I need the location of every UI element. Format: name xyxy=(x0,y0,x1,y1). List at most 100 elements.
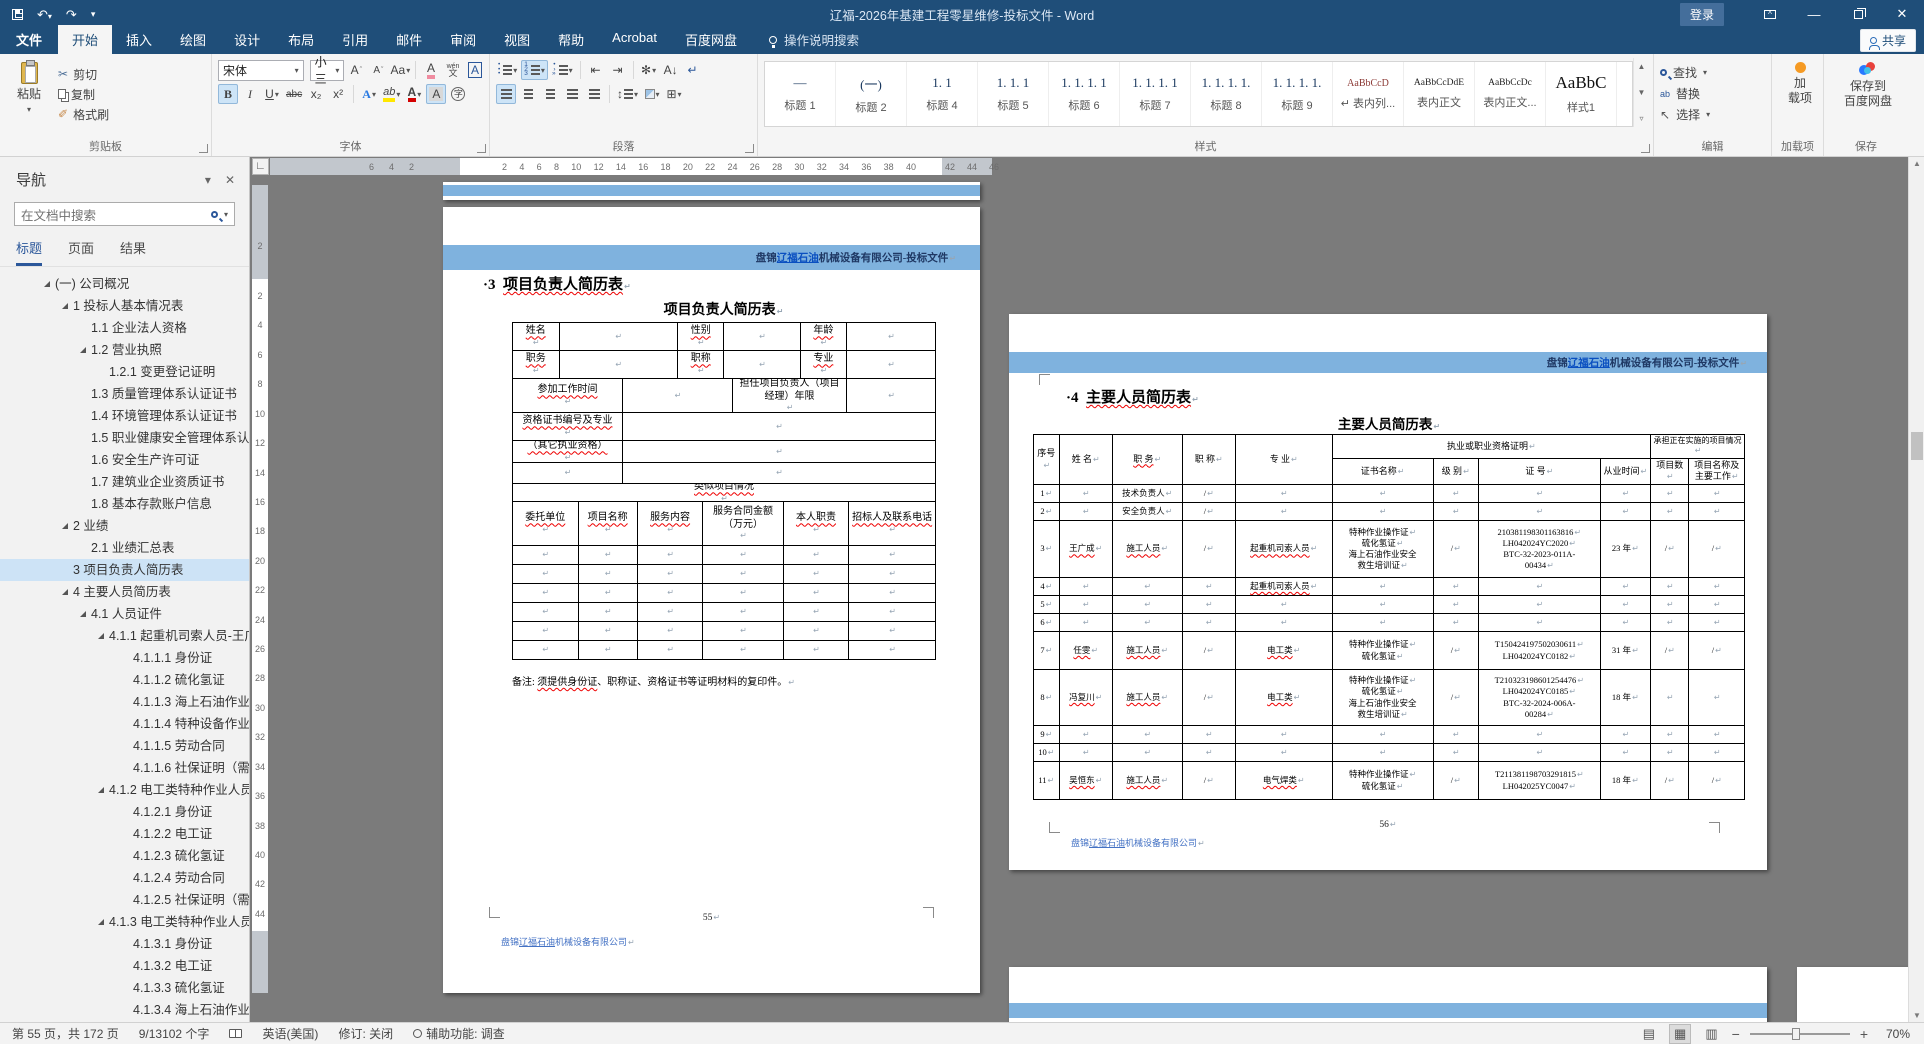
highlight-button[interactable]: ab ▾ xyxy=(381,84,402,104)
table-cell[interactable]: 职务 ↵ xyxy=(513,351,560,379)
nav-heading-item[interactable]: 4.1.3.1 身份证 xyxy=(0,933,249,955)
tell-me-search[interactable]: 操作说明搜索 xyxy=(769,30,859,54)
table-cell[interactable]: 类似项目情况 ↵ xyxy=(513,484,936,502)
table-cell[interactable]: ↵ xyxy=(1234,484,1333,504)
table-cell[interactable]: ↵ xyxy=(783,603,850,622)
table-cell[interactable]: ↵ xyxy=(1688,743,1745,763)
table-cell[interactable]: 210381198301163816↵ LH042024YC2020↵ BTC-32… xyxy=(1478,520,1601,579)
italic-button[interactable]: I xyxy=(240,84,260,104)
table-cell[interactable]: ↵ xyxy=(637,622,704,641)
table-cell[interactable]: ↵ xyxy=(1478,484,1601,504)
tab-绘图[interactable]: 绘图 xyxy=(166,25,220,54)
table-cell[interactable]: /↵ xyxy=(1688,631,1745,671)
font-dialog-launcher[interactable] xyxy=(477,144,486,153)
table-cell[interactable]: ↵ xyxy=(1331,484,1434,504)
table-cell[interactable]: 姓名 ↵ xyxy=(513,323,560,351)
accessibility-status[interactable]: 辅助功能: 调查 xyxy=(413,1025,505,1042)
table-cell[interactable]: 9↵ xyxy=(1033,725,1060,745)
table-cell[interactable]: ↵ xyxy=(578,622,638,641)
table-cell[interactable]: ↵ xyxy=(783,641,850,660)
find-button[interactable]: 查找 ▾ xyxy=(1660,62,1767,83)
style-item[interactable]: 1. 1. 1. 1. 标题 9 xyxy=(1262,62,1333,126)
table-cell[interactable]: ↵ xyxy=(1688,577,1745,597)
table-header-cell[interactable]: 承担正在实施的项目情况↵ xyxy=(1650,434,1745,459)
page-56[interactable]: 盘锦辽福石油机械设备有限公司-投标文件↵ ·4 主要人员简历表↵ 主要人员简历表… xyxy=(1009,314,1767,870)
shading-button[interactable]: ▾ xyxy=(642,84,662,104)
table-cell[interactable]: T150424197502030611↵ LH042024YC0182↵ xyxy=(1478,631,1601,671)
table-cell[interactable]: 担任项目负责人（项目经理）年限 ↵ xyxy=(732,379,848,413)
nav-heading-item[interactable]: 1.4 环境管理体系认证证书 xyxy=(0,405,249,427)
table-cell[interactable]: ↵ xyxy=(622,379,733,413)
table-cell[interactable]: ↵ xyxy=(1111,577,1183,597)
table-cell[interactable]: ↵ xyxy=(1599,577,1652,597)
style-item[interactable]: 1. 1. 1. 1 标题 7 xyxy=(1120,62,1191,126)
table-cell[interactable]: ↵ xyxy=(622,463,936,484)
table-header-cell[interactable]: 职 称↵ xyxy=(1181,433,1236,486)
table-cell[interactable]: ↵ xyxy=(559,351,678,379)
tab-开始[interactable]: 开始 xyxy=(58,25,113,54)
nav-heading-item[interactable]: 2 业绩 xyxy=(0,515,249,537)
print-layout-button[interactable]: ▦ xyxy=(1669,1023,1692,1044)
nav-heading-item[interactable]: 4.1.3.3 硫化氢证 xyxy=(0,977,249,999)
table-cell[interactable]: ↵ xyxy=(1432,484,1480,504)
save-icon[interactable] xyxy=(12,8,23,20)
nav-heading-item[interactable]: 1 投标人基本情况表 xyxy=(0,295,249,317)
table-cell[interactable]: ↵ xyxy=(1432,613,1480,633)
format-painter-button[interactable]: ✐ 格式刷 xyxy=(58,104,109,124)
paste-button[interactable]: 粘贴 ▾ xyxy=(6,58,52,130)
nav-close-icon[interactable]: ✕ xyxy=(225,173,235,187)
nav-heading-item[interactable]: 4.1.1.2 硫化氢证 xyxy=(0,669,249,691)
table-cell[interactable]: 服务内容 ↵ xyxy=(637,502,704,546)
table-cell[interactable]: 职称 ↵ xyxy=(677,351,725,379)
font-name-combo[interactable]: 宋体 ▾ xyxy=(218,59,304,81)
table-cell[interactable]: ↵ xyxy=(1688,502,1745,522)
grow-font-button[interactable]: Aˆ xyxy=(346,60,366,80)
nav-tab-页面[interactable]: 页面 xyxy=(68,238,94,266)
table-cell[interactable]: /↵ xyxy=(1650,520,1690,579)
clipboard-dialog-launcher[interactable] xyxy=(199,144,208,153)
strikethrough-button[interactable]: abc xyxy=(284,84,304,104)
style-item[interactable]: AaBbCcD ↵ 表内列... xyxy=(1333,62,1404,126)
zoom-slider[interactable] xyxy=(1749,1027,1850,1040)
nav-heading-item[interactable]: 4 主要人员简历表 xyxy=(0,581,249,603)
table-cell[interactable]: 起重机司索人员↵ xyxy=(1234,577,1333,597)
table-cell[interactable]: T211381198703291815↵ LH042025YC0047↵ xyxy=(1478,761,1601,801)
nav-heading-item[interactable]: 4.1.2.1 身份证 xyxy=(0,801,249,823)
nav-heading-item[interactable]: 4.1.1.4 特种设备作业人... xyxy=(0,713,249,735)
bold-button[interactable]: B xyxy=(218,84,238,104)
table-cell[interactable]: 特种作业操作证↵ 硫化氢证↵ xyxy=(1331,761,1434,801)
table-header-cell[interactable]: 执业或职业资格证明↵ xyxy=(1331,434,1652,459)
decrease-indent-button[interactable]: ⇤ xyxy=(586,60,606,80)
table-cell[interactable]: 10↵ xyxy=(1033,743,1060,763)
nav-tab-结果[interactable]: 结果 xyxy=(120,238,146,266)
tab-Acrobat[interactable]: Acrobat xyxy=(598,25,671,54)
nav-heading-item[interactable]: 4.1.1.1 身份证 xyxy=(0,647,249,669)
align-left-button[interactable] xyxy=(496,84,516,104)
table-cell[interactable]: /↵ xyxy=(1181,484,1236,504)
table-cell[interactable]: ↵ xyxy=(622,441,936,463)
customize-qat-icon[interactable]: ▾ xyxy=(91,9,96,19)
table-cell[interactable]: ↵ xyxy=(637,565,704,584)
table-cell[interactable]: 年龄 ↵ xyxy=(800,323,848,351)
character-shading-button[interactable]: A xyxy=(426,84,447,104)
expand-triangle-icon[interactable] xyxy=(80,611,86,617)
table-cell[interactable]: /↵ xyxy=(1181,631,1236,671)
table-cell[interactable]: ↵ xyxy=(1181,613,1236,633)
word-count[interactable]: 9/13102 个字 xyxy=(139,1025,210,1042)
table-cell[interactable]: 项目名称 ↵ xyxy=(578,502,638,546)
character-border-button[interactable]: A xyxy=(465,60,485,80)
table-cell[interactable]: 性别 ↵ xyxy=(677,323,725,351)
table-cell[interactable]: ↵ xyxy=(849,603,936,622)
table-cell[interactable]: 施工人员↵ xyxy=(1111,631,1183,671)
ribbon-display-options-button[interactable]: ^ xyxy=(1748,0,1792,28)
line-spacing-button[interactable]: ↕ ▾ xyxy=(615,84,640,104)
table-cell[interactable]: ↵ xyxy=(849,622,936,641)
shrink-font-button[interactable]: Aˇ xyxy=(368,60,388,80)
read-mode-button[interactable]: ▤ xyxy=(1639,1025,1659,1043)
table-cell[interactable]: 任雯↵ xyxy=(1058,631,1113,671)
table-cell[interactable]: 4↵ xyxy=(1033,577,1060,597)
table-cell[interactable]: 施工人员↵ xyxy=(1111,761,1183,801)
expand-triangle-icon[interactable] xyxy=(62,589,68,595)
table-cell[interactable]: ↵ xyxy=(783,584,850,603)
zoom-out-button[interactable]: − xyxy=(1732,1026,1740,1042)
